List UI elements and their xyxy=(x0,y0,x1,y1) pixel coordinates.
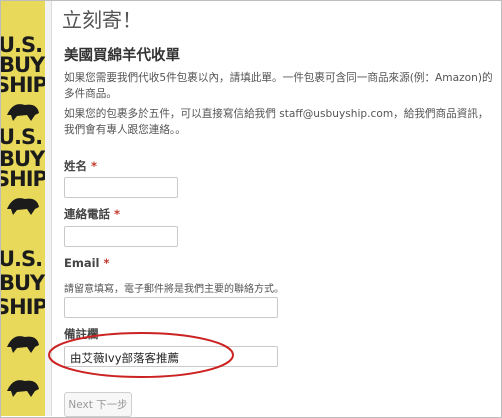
strip-text: U.S. xyxy=(1,247,43,271)
phone-label-text: 連絡電話 xyxy=(64,207,110,221)
name-label: 姓名 * xyxy=(64,158,97,174)
strip-text: U.S. xyxy=(1,125,43,149)
email-label-text: Email xyxy=(64,256,100,270)
brand-side-strip: U.S. BUY SHIP U.S. BUY SHIP U.S. BUY SHI… xyxy=(1,1,45,416)
page-heading: 立刻寄！ xyxy=(62,8,142,32)
strip-text: BUY xyxy=(1,147,45,171)
email-input[interactable] xyxy=(64,297,278,318)
required-mark: * xyxy=(114,207,121,221)
sheep-figure-icon xyxy=(3,373,43,399)
next-step-button[interactable]: Next 下一步 xyxy=(64,392,132,417)
strip-text: BUY xyxy=(1,271,45,295)
form-title: 美國買綿羊代收單 xyxy=(64,48,180,64)
required-mark: * xyxy=(103,256,110,270)
name-label-text: 姓名 xyxy=(64,159,87,173)
strip-text: BUY xyxy=(1,53,45,77)
form-description-contact: 如果您的包裹多於五件，可以直接寫信給我們 staff@usbuyship.com… xyxy=(64,108,489,136)
email-hint: 請留意填寫，電子郵件將是我們主要的聯絡方式。 xyxy=(64,284,284,295)
phone-label: 連絡電話 * xyxy=(64,206,120,222)
name-input[interactable] xyxy=(64,177,178,198)
strip-text: SHIP xyxy=(1,295,45,319)
sheep-figure-icon xyxy=(3,97,43,123)
sheep-figure-icon xyxy=(3,329,43,355)
annotation-circle xyxy=(45,328,245,384)
phone-input[interactable] xyxy=(64,226,178,247)
strip-text: SHIP xyxy=(1,167,45,191)
strip-text: SHIP xyxy=(1,73,45,97)
required-mark: * xyxy=(91,159,98,173)
email-label: Email * xyxy=(64,256,110,270)
form-description: 如果您需要我們代收5件包裹以內，請填此單。一件包裹可含同一商品來源(例：Amaz… xyxy=(64,72,493,100)
strip-text: U.S. xyxy=(1,33,43,57)
sheep-figure-icon xyxy=(3,191,43,217)
